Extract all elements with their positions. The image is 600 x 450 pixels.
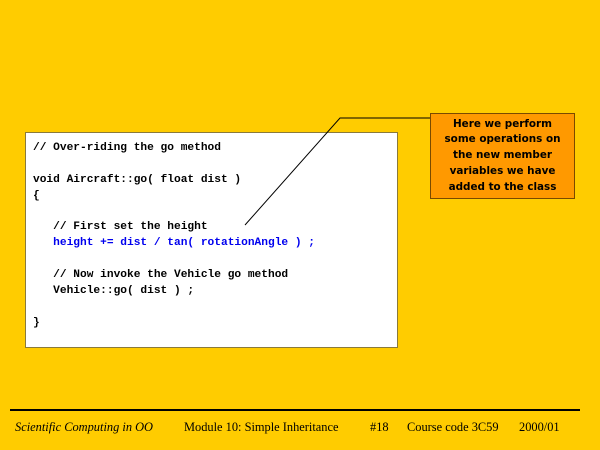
footer-course-code: Course code 3C59 xyxy=(407,420,499,434)
code-line: // Now invoke the Vehicle go method xyxy=(33,269,289,282)
footer-course-title: Scientific Computing in OO xyxy=(15,420,154,434)
code-line: { xyxy=(33,189,40,202)
code-block: // Over-riding the go method void Aircra… xyxy=(25,132,398,348)
callout-text-line: variables we have xyxy=(449,164,556,177)
callout-text-line: some operations on xyxy=(444,133,561,146)
callout-box: Here we perform some operations on the n… xyxy=(430,113,575,199)
code-line: } xyxy=(33,316,40,329)
footer-year: 2000/01 xyxy=(519,420,560,434)
callout-text-line: Here we perform xyxy=(452,117,552,130)
code-line: void Aircraft::go( float dist ) xyxy=(33,173,242,186)
code-line: // First set the height xyxy=(33,221,208,234)
callout-text-line: added to the class xyxy=(448,180,557,193)
footer-slide-number: #18 xyxy=(370,420,389,434)
footer-module: Module 10: Simple Inheritance xyxy=(184,420,339,434)
callout-text-line: the new member xyxy=(452,149,552,162)
code-line: // Over-riding the go method xyxy=(33,142,221,154)
footer-divider xyxy=(10,409,580,411)
code-line-highlighted: height += dist / tan( rotationAngle ) ; xyxy=(33,237,315,250)
code-line: Vehicle::go( dist ) ; xyxy=(33,285,195,298)
